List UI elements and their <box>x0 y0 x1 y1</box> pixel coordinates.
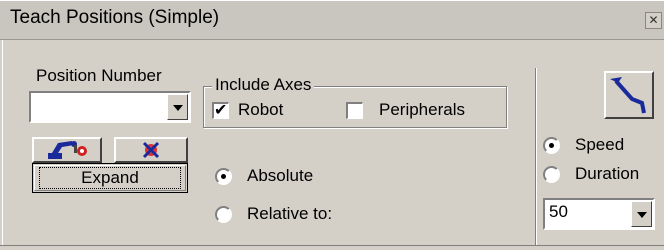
duration-label: Duration <box>575 164 640 183</box>
include-axes-label: Include Axes <box>212 75 315 95</box>
robot-label: Robot <box>238 100 284 119</box>
robot-checkbox[interactable] <box>212 100 229 120</box>
title-bar: Teach Positions (Simple) ✕ <box>0 0 664 40</box>
chevron-down-icon[interactable] <box>167 94 188 120</box>
position-number-select[interactable] <box>29 91 191 123</box>
clear-target-button[interactable] <box>114 137 188 163</box>
position-number-label: Position Number <box>36 66 162 85</box>
robot-arm-icon <box>48 141 87 159</box>
close-icon[interactable]: ✕ <box>645 12 662 29</box>
duration-radio[interactable] <box>543 166 560 183</box>
clear-target-icon <box>142 141 160 159</box>
expand-button[interactable]: Expand <box>32 163 188 193</box>
speed-value: 50 <box>549 202 568 221</box>
chevron-down-icon[interactable] <box>631 201 652 227</box>
relative-radio[interactable] <box>215 206 232 223</box>
move-path-button[interactable] <box>604 71 654 119</box>
peripherals-label: Peripherals <box>379 100 465 119</box>
absolute-label: Absolute <box>247 166 314 185</box>
speed-value-select[interactable]: 50 <box>543 198 655 230</box>
speed-label: Speed <box>575 135 625 154</box>
move-path-icon <box>610 77 646 114</box>
speed-radio[interactable] <box>543 137 560 154</box>
divider <box>535 68 537 246</box>
absolute-radio[interactable] <box>215 168 232 185</box>
teach-robot-button[interactable] <box>32 137 102 163</box>
relative-label: Relative to: <box>247 204 333 223</box>
window-title: Teach Positions (Simple) <box>10 7 220 28</box>
peripherals-checkbox[interactable] <box>346 102 363 119</box>
expand-label: Expand <box>39 167 181 189</box>
bottom-edge <box>0 245 664 250</box>
